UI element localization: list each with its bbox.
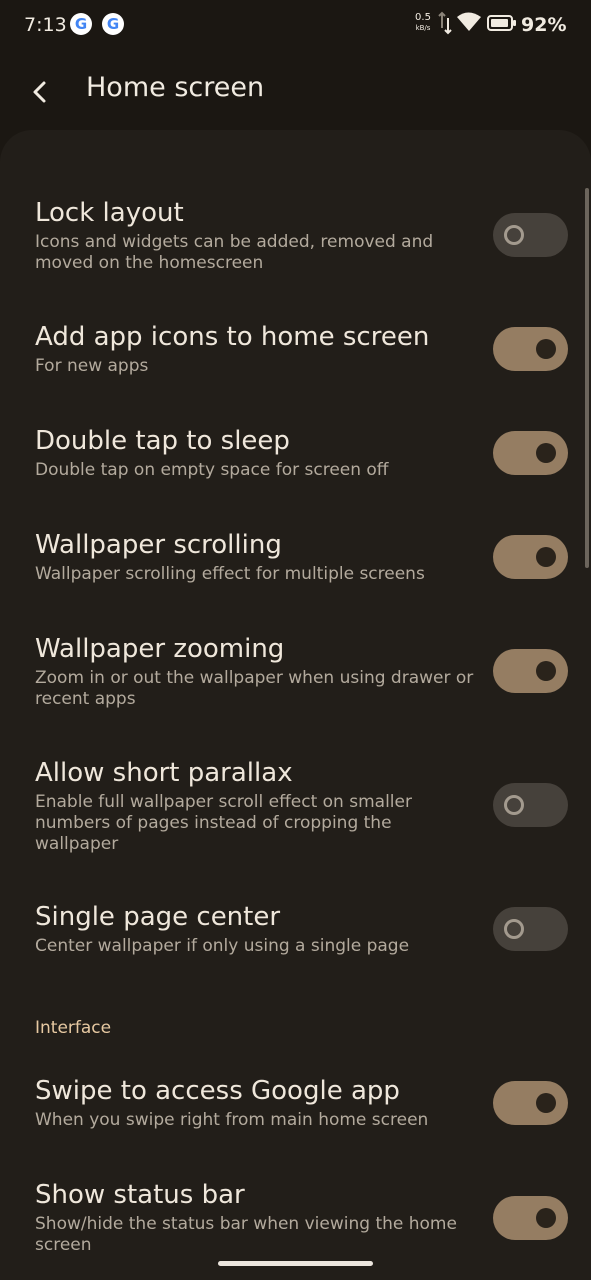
wallpaper-scrolling-toggle[interactable] <box>493 535 568 579</box>
setting-title: Allow short parallax <box>35 758 293 788</box>
scrollbar[interactable] <box>585 188 589 568</box>
setting-title: Show status bar <box>35 1180 245 1210</box>
setting-title: Lock layout <box>35 198 184 228</box>
toggle-knob <box>536 443 556 463</box>
toggle-knob <box>504 919 524 939</box>
status-time: 7:13 <box>24 14 67 36</box>
setting-title: Double tap to sleep <box>35 426 290 456</box>
setting-subtitle: When you swipe right from main home scre… <box>35 1110 429 1130</box>
page-title: Home screen <box>86 72 265 103</box>
net-speed-unit: kB/s <box>415 24 431 32</box>
battery-percent: 92% <box>521 14 567 36</box>
setting-subtitle: Center wallpaper if only using a single … <box>35 936 410 956</box>
toggle-knob <box>536 339 556 359</box>
toggle-knob <box>504 795 524 815</box>
lock-layout-toggle[interactable] <box>493 213 568 257</box>
setting-subtitle: Icons and widgets can be added, removed … <box>35 232 434 273</box>
google-icon: G <box>70 13 92 35</box>
google-icon: G <box>102 13 124 35</box>
wallpaper-zooming-toggle[interactable] <box>493 649 568 693</box>
setting-subtitle: Double tap on empty space for screen off <box>35 460 389 480</box>
app-bar: Home screen <box>0 52 591 130</box>
single-page-center-toggle[interactable] <box>493 907 568 951</box>
setting-subtitle: Enable full wallpaper scroll effect on s… <box>35 792 412 854</box>
short-parallax-toggle[interactable] <box>493 783 568 827</box>
wifi-icon <box>457 12 481 31</box>
setting-title: Add app icons to home screen <box>35 322 430 352</box>
setting-subtitle: Show/hide the status bar when viewing th… <box>35 1214 457 1255</box>
status-bar: 7:13 G G 0.5 kB/s 92% <box>0 0 591 52</box>
section-header-interface: Interface <box>35 1018 112 1038</box>
gesture-bar[interactable] <box>218 1261 373 1266</box>
setting-subtitle: For new apps <box>35 356 149 376</box>
toggle-knob <box>536 547 556 567</box>
swipe-google-app-toggle[interactable] <box>493 1081 568 1125</box>
toggle-knob <box>536 1093 556 1113</box>
setting-title: Swipe to access Google app <box>35 1076 400 1106</box>
back-arrow-icon[interactable] <box>22 74 58 110</box>
data-transfer-icon <box>438 11 452 35</box>
toggle-knob <box>536 661 556 681</box>
setting-title: Single page center <box>35 902 281 932</box>
settings-list: Lock layout Icons and widgets can be add… <box>0 130 591 1280</box>
setting-title: Wallpaper zooming <box>35 634 285 664</box>
setting-subtitle: Wallpaper scrolling effect for multiple … <box>35 564 425 584</box>
double-tap-sleep-toggle[interactable] <box>493 431 568 475</box>
toggle-knob <box>536 1208 556 1228</box>
toggle-knob <box>504 225 524 245</box>
show-status-bar-toggle[interactable] <box>493 1196 568 1240</box>
net-speed-value: 0.5 <box>415 12 431 23</box>
add-app-icons-toggle[interactable] <box>493 327 568 371</box>
setting-subtitle: Zoom in or out the wallpaper when using … <box>35 668 474 709</box>
network-speed-icon: 0.5 kB/s <box>412 13 434 33</box>
setting-title: Wallpaper scrolling <box>35 530 282 560</box>
battery-icon <box>487 15 516 31</box>
